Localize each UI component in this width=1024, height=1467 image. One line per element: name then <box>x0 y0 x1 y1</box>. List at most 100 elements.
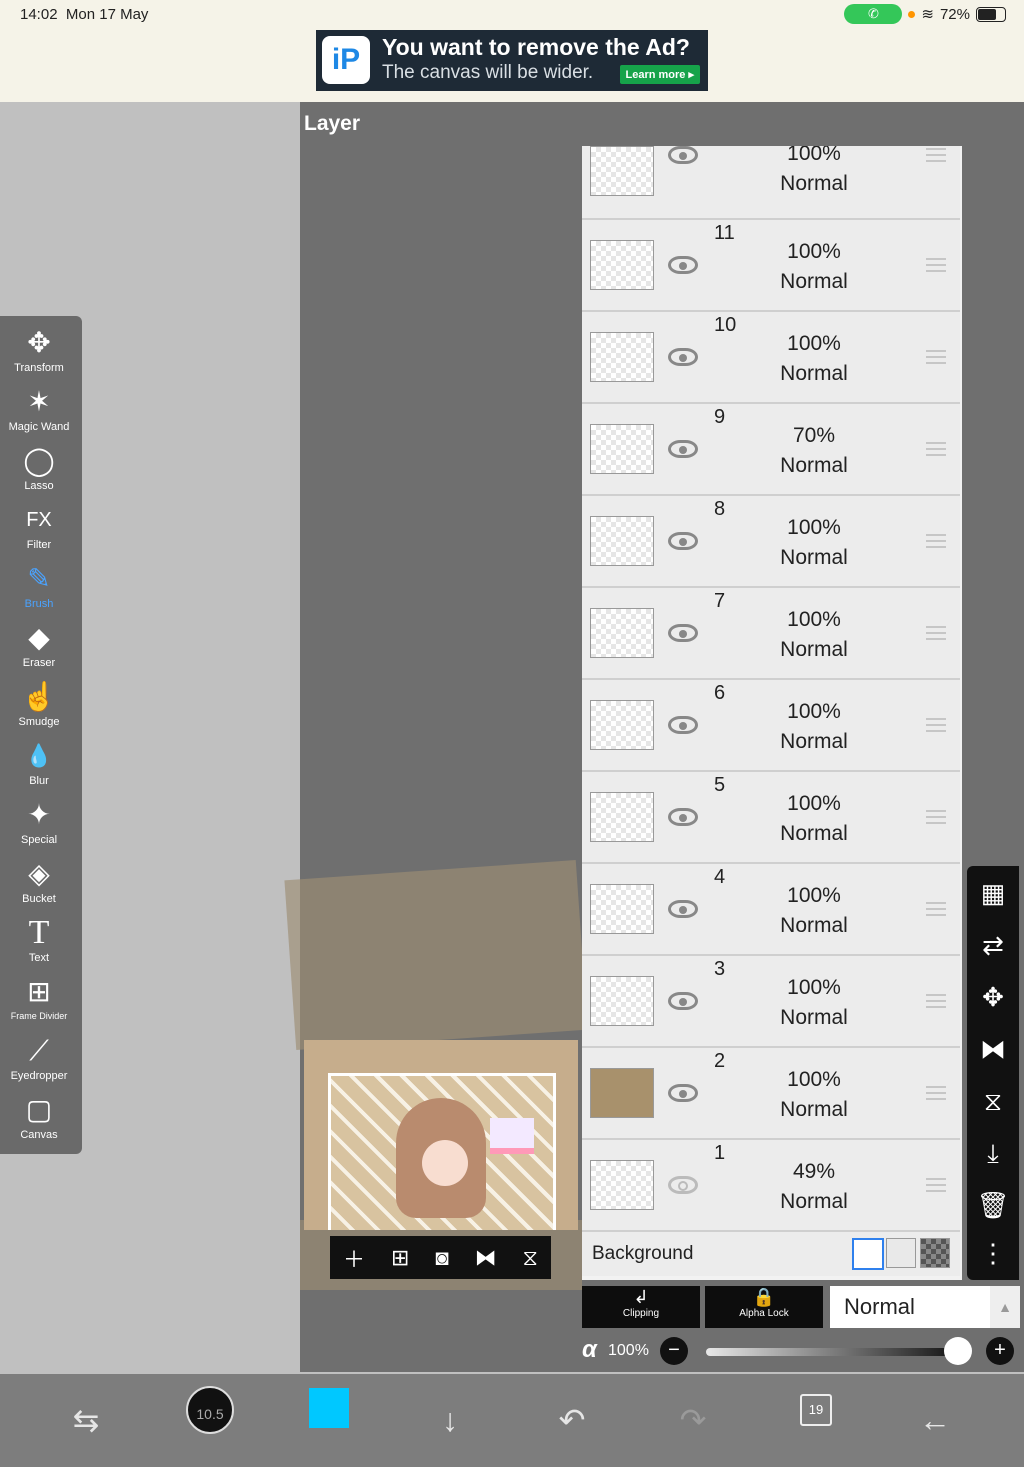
tool-text[interactable]: T Text <box>0 914 78 973</box>
layer-row-3[interactable]: 3 100% Normal <box>582 956 960 1048</box>
camera-icon[interactable]: ◙ <box>435 1245 448 1271</box>
layer-opacity: 100% <box>787 240 841 263</box>
eye-icon[interactable] <box>668 440 698 458</box>
blend-mode-select[interactable]: Normal <box>830 1286 990 1328</box>
eye-icon[interactable] <box>668 808 698 826</box>
background-checker-swatch[interactable] <box>920 1238 950 1268</box>
eye-icon[interactable] <box>668 624 698 642</box>
drag-handle-icon[interactable] <box>926 1178 946 1192</box>
canvas-artwork[interactable] <box>284 860 588 1050</box>
ad-banner[interactable]: iP You want to remove the Ad? The canvas… <box>316 30 708 91</box>
background-white-swatch[interactable] <box>852 1238 884 1270</box>
tool-blur[interactable]: 💧 Blur <box>0 737 78 796</box>
layer-row-10[interactable]: 10 100% Normal <box>582 312 960 404</box>
background-layer-row[interactable]: Background <box>582 1232 960 1276</box>
drag-handle-icon[interactable] <box>926 902 946 916</box>
add-image-layer-icon[interactable]: ⊞ <box>391 1245 409 1271</box>
learn-more-button[interactable]: Learn more ▸ <box>619 65 700 84</box>
clipping-button[interactable]: ↲ Clipping <box>582 1286 700 1328</box>
move-icon[interactable]: ✥ <box>967 972 1019 1022</box>
flip-horizontal-icon[interactable]: ⧓ <box>967 1024 1019 1074</box>
tool-bucket[interactable]: ◈ Bucket <box>0 855 78 914</box>
blend-mode-arrow-icon[interactable]: ▲ <box>990 1286 1020 1328</box>
eye-icon[interactable] <box>668 992 698 1010</box>
layer-row-4[interactable]: 4 100% Normal <box>582 864 960 956</box>
layer-list[interactable]: 100% Normal 11 100% Normal 10 100% Norma… <box>582 146 962 1280</box>
tool-filter[interactable]: FX Filter <box>0 501 78 560</box>
layer-row-1[interactable]: 1 49% Normal <box>582 1140 960 1232</box>
flip-icon[interactable]: ⧓ <box>475 1245 497 1271</box>
drag-handle-icon[interactable] <box>926 1086 946 1100</box>
tool-brush[interactable]: ✎ Brush <box>0 560 78 619</box>
brush-size-indicator[interactable]: 10.5 <box>186 1386 234 1434</box>
layer-opacity: 100% <box>787 700 841 723</box>
layer-row-9[interactable]: 9 70% Normal <box>582 404 960 496</box>
drag-handle-icon[interactable] <box>926 442 946 456</box>
layer-opacity: 100% <box>787 1068 841 1091</box>
redo-icon[interactable]: ↷ <box>663 1390 723 1450</box>
opacity-slider[interactable] <box>706 1348 960 1356</box>
layer-number: 5 <box>714 774 726 796</box>
alpha-icon: α <box>582 1336 597 1363</box>
drag-handle-icon[interactable] <box>926 994 946 1008</box>
phone-icon[interactable]: ✆ <box>844 4 903 24</box>
tool-eraser[interactable]: ◆ Eraser <box>0 619 78 678</box>
layer-row-5[interactable]: 5 100% Normal <box>582 772 960 864</box>
wifi-icon: ≋ <box>921 6 934 23</box>
layers-count-badge[interactable]: 19 <box>800 1394 832 1426</box>
tool-frame-divider[interactable]: ⊞ Frame Divider <box>0 973 78 1032</box>
drag-handle-icon[interactable] <box>926 350 946 364</box>
drag-handle-icon[interactable] <box>926 258 946 272</box>
drag-handle-icon[interactable] <box>926 810 946 824</box>
drag-handle-icon[interactable] <box>926 534 946 548</box>
background-transparent-swatch[interactable] <box>886 1238 916 1268</box>
layer-row-2[interactable]: 2 100% Normal <box>582 1048 960 1140</box>
drag-handle-icon[interactable] <box>926 148 946 162</box>
layer-thumbnail <box>590 424 654 474</box>
arrow-down-icon[interactable]: ↓ <box>420 1390 480 1450</box>
checker-icon[interactable]: ▦ <box>967 868 1019 918</box>
eye-icon[interactable] <box>668 1084 698 1102</box>
flip-vertical-icon[interactable]: ⧖ <box>967 1076 1019 1126</box>
drag-handle-icon[interactable] <box>926 626 946 640</box>
layer-row-12[interactable]: 100% Normal <box>582 146 960 220</box>
opacity-slider-knob[interactable] <box>944 1337 972 1365</box>
tool-smudge[interactable]: ☝ Smudge <box>0 678 78 737</box>
status-time: 14:02 Mon 17 May <box>20 6 149 23</box>
back-arrow-icon[interactable]: ← <box>905 1390 965 1450</box>
layer-blend: Normal <box>780 546 848 569</box>
layer-row-11[interactable]: 11 100% Normal <box>582 220 960 312</box>
tool-magic-wand[interactable]: ✶ Magic Wand <box>0 383 78 442</box>
rotate-icon[interactable]: ⧖ <box>523 1245 538 1271</box>
eye-icon[interactable] <box>668 900 698 918</box>
canvas-preview[interactable] <box>304 1040 578 1230</box>
eye-hidden-icon[interactable] <box>668 1176 698 1194</box>
alpha-lock-button[interactable]: 🔒 Alpha Lock <box>705 1286 823 1328</box>
trash-icon[interactable]: 🗑 <box>967 1180 1019 1230</box>
merge-down-icon[interactable]: ⤓ <box>967 1128 1019 1178</box>
undo-icon[interactable]: ↶ <box>542 1390 602 1450</box>
opacity-increase-button[interactable]: + <box>986 1337 1014 1365</box>
tool-canvas[interactable]: ▢ Canvas <box>0 1091 78 1150</box>
layer-row-6[interactable]: 6 100% Normal <box>582 680 960 772</box>
opacity-row: α 100% − + <box>582 1334 1022 1368</box>
tool-eyedropper[interactable]: ⟋ Eyedropper <box>0 1032 78 1091</box>
eye-icon[interactable] <box>668 348 698 366</box>
eye-icon[interactable] <box>668 146 698 164</box>
add-layer-icon[interactable]: ＋ <box>343 1242 365 1274</box>
eye-icon[interactable] <box>668 532 698 550</box>
layer-row-8[interactable]: 8 100% Normal <box>582 496 960 588</box>
tool-transform[interactable]: ✥ Transform <box>0 324 78 383</box>
tool-lasso[interactable]: ◯ Lasso <box>0 442 78 501</box>
tool-special[interactable]: ✦ Special <box>0 796 78 855</box>
swap-icon[interactable]: ⇄ <box>967 920 1019 970</box>
more-icon[interactable]: ⋮ <box>967 1228 1019 1278</box>
color-swatch[interactable] <box>309 1388 349 1428</box>
opacity-decrease-button[interactable]: − <box>660 1337 688 1365</box>
eye-icon[interactable] <box>668 256 698 274</box>
blur-icon: 💧 <box>25 743 53 768</box>
eye-icon[interactable] <box>668 716 698 734</box>
layer-row-7[interactable]: 7 100% Normal <box>582 588 960 680</box>
drag-handle-icon[interactable] <box>926 718 946 732</box>
quick-menu-icon[interactable]: ⇆ <box>56 1390 116 1450</box>
